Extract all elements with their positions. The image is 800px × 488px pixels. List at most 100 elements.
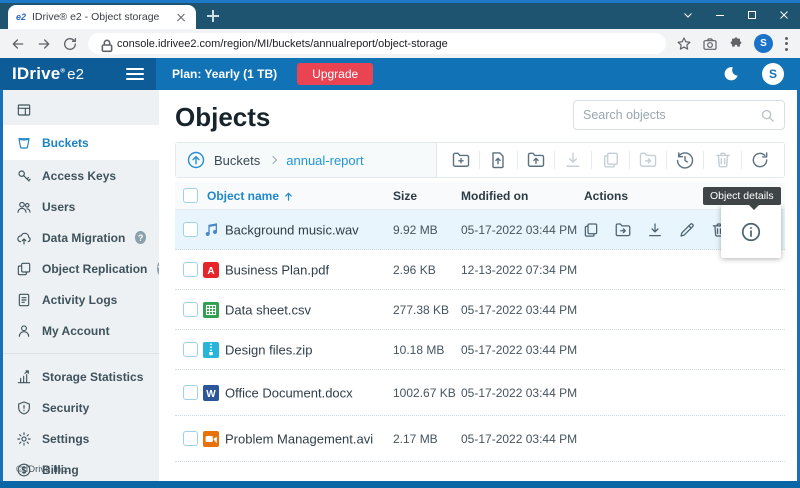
column-modified-on[interactable]: Modified on	[461, 189, 528, 203]
idrive-e2-logo: IDrive®e2	[12, 64, 84, 84]
sidebar-item-label: Users	[42, 200, 75, 214]
move-object-icon[interactable]	[614, 221, 632, 239]
row-checkbox[interactable]	[183, 342, 198, 357]
camera-icon[interactable]	[702, 36, 718, 52]
search-input[interactable]	[583, 108, 754, 122]
screen: e2 IDrive® e2 - Object storage console.i…	[0, 0, 800, 488]
browser-tab-strip: e2 IDrive® e2 - Object storage	[0, 3, 800, 29]
sidebar-item-buckets[interactable]: Buckets	[3, 125, 159, 160]
browser-menu-icon[interactable]	[783, 37, 790, 51]
object-modified-date: 05-17-2022 03:44 PM	[461, 343, 577, 357]
object-name[interactable]: Office Document.docx	[225, 385, 353, 400]
sidebar-item-access-keys[interactable]: Access Keys	[3, 160, 159, 191]
toolbar-divider	[666, 151, 667, 169]
window-controls	[682, 3, 790, 27]
sidebar-item-settings[interactable]: Settings	[3, 423, 159, 454]
extensions-puzzle-icon[interactable]	[728, 36, 744, 52]
table-row[interactable]: Background music.wav9.92 MB05-17-2022 03…	[175, 210, 785, 250]
row-checkbox[interactable]	[183, 385, 198, 400]
select-all-checkbox[interactable]	[183, 188, 198, 203]
bookmark-star-icon[interactable]	[676, 36, 692, 52]
toolbar-divider	[554, 151, 555, 169]
hamburger-menu-icon[interactable]	[126, 68, 144, 81]
upload-folder-icon[interactable]	[526, 150, 546, 170]
dark-mode-moon-icon[interactable]	[722, 65, 740, 83]
breadcrumb-current-bucket[interactable]: annual-report	[286, 153, 363, 168]
table-row[interactable]: ABusiness Plan.pdf2.96 KB12-13-2022 07:3…	[175, 250, 785, 290]
download-object-icon[interactable]	[646, 221, 664, 239]
browser-tab[interactable]: e2 IDrive® e2 - Object storage	[8, 5, 196, 29]
row-checkbox[interactable]	[183, 302, 198, 317]
sidebar-item-activity-logs[interactable]: Activity Logs	[3, 284, 159, 315]
object-name[interactable]: Data sheet.csv	[225, 302, 311, 317]
help-icon[interactable]: ?	[135, 231, 146, 244]
object-name[interactable]: Problem Management.avi	[225, 431, 373, 446]
upload-file-icon[interactable]	[488, 150, 508, 170]
table-row[interactable]: Data sheet.csv277.38 KB05-17-2022 03:44 …	[175, 290, 785, 330]
spreadsheet-file-icon	[202, 301, 220, 319]
copy-object-icon[interactable]	[582, 221, 600, 239]
toolbar-divider	[479, 151, 480, 169]
url-bar[interactable]: console.idrivee2.com/region/MI/buckets/a…	[88, 33, 666, 54]
activity-logs-icon	[16, 292, 32, 308]
logo-area: IDrive®e2	[0, 58, 156, 90]
object-modified-date: 05-17-2022 03:44 PM	[461, 303, 577, 317]
row-checkbox[interactable]	[183, 431, 198, 446]
object-details-info-icon[interactable]	[740, 221, 762, 243]
app-header: IDrive®e2 Plan: Yearly (1 TB) Upgrade S	[0, 58, 800, 90]
bucket-icon	[16, 135, 32, 151]
column-object-name[interactable]: Object name	[207, 189, 294, 203]
back-icon[interactable]	[10, 36, 26, 52]
tab-title: IDrive® e2 - Object storage	[32, 11, 168, 23]
sidebar-item-users[interactable]: Users	[3, 191, 159, 222]
row-checkbox[interactable]	[183, 262, 198, 277]
sidebar-item-storage-statistics[interactable]: Storage Statistics	[3, 361, 159, 392]
reload-icon[interactable]	[62, 36, 78, 52]
main-panel: Objects Buckets annual-report Object nam…	[159, 90, 797, 481]
column-size[interactable]: Size	[393, 189, 417, 203]
refresh-icon[interactable]	[750, 150, 770, 170]
sidebar-item-my-account[interactable]: My Account	[3, 315, 159, 346]
forward-icon[interactable]	[36, 36, 52, 52]
search-icon[interactable]	[760, 108, 775, 123]
maximize-icon[interactable]	[746, 9, 758, 21]
table-row[interactable]: Problem Management.avi2.17 MB05-17-2022 …	[175, 416, 785, 462]
upgrade-button[interactable]: Upgrade	[297, 63, 373, 85]
word-file-icon: W	[202, 384, 220, 402]
object-size: 1002.67 KB	[393, 386, 456, 400]
object-name[interactable]: Design files.zip	[225, 342, 312, 357]
move-icon	[638, 150, 658, 170]
browser-address-bar: console.idrivee2.com/region/MI/buckets/a…	[0, 29, 800, 58]
tab-close-icon[interactable]	[174, 10, 188, 24]
object-modified-date: 05-17-2022 03:44 PM	[461, 432, 577, 446]
up-level-icon[interactable]	[186, 150, 206, 170]
table-row[interactable]: WOffice Document.docx1002.67 KB05-17-202…	[175, 370, 785, 416]
sidebar-item-security[interactable]: Security	[3, 392, 159, 423]
create-folder-icon[interactable]	[451, 150, 471, 170]
sidebar: Dashboard Buckets Access Keys Users Data Mig…	[3, 90, 159, 481]
sidebar-item-label: Object Replication	[42, 262, 147, 276]
window-menu-chevron-icon[interactable]	[682, 9, 694, 21]
restore-icon[interactable]	[675, 150, 695, 170]
sidebar-item-object-replication[interactable]: Object Replication?	[3, 253, 159, 284]
minimize-icon[interactable]	[714, 9, 726, 21]
sidebar-item-data-migration[interactable]: Data Migration?	[3, 222, 159, 253]
object-name[interactable]: Background music.wav	[225, 222, 359, 237]
user-avatar[interactable]: S	[762, 63, 784, 85]
close-icon[interactable]	[778, 9, 790, 21]
row-checkbox[interactable]	[183, 222, 198, 237]
toolbar-divider	[591, 151, 592, 169]
sidebar-item-label: Storage Statistics	[42, 370, 143, 384]
music-note-icon	[202, 221, 220, 239]
browser-profile-avatar[interactable]: S	[754, 34, 773, 53]
new-tab-button[interactable]	[202, 5, 224, 27]
rename-object-icon[interactable]	[678, 221, 696, 239]
sidebar-item-dashboard[interactable]: Dashboard	[3, 94, 159, 125]
object-name[interactable]: Business Plan.pdf	[225, 262, 329, 277]
toolbar-divider	[703, 151, 704, 169]
sidebar-item-label: Buckets	[42, 136, 89, 150]
breadcrumb-buckets-link[interactable]: Buckets	[214, 153, 260, 168]
favicon-e2: e2	[16, 12, 26, 22]
table-row[interactable]: Design files.zip10.18 MB05-17-2022 03:44…	[175, 330, 785, 370]
search-box[interactable]	[573, 100, 785, 130]
